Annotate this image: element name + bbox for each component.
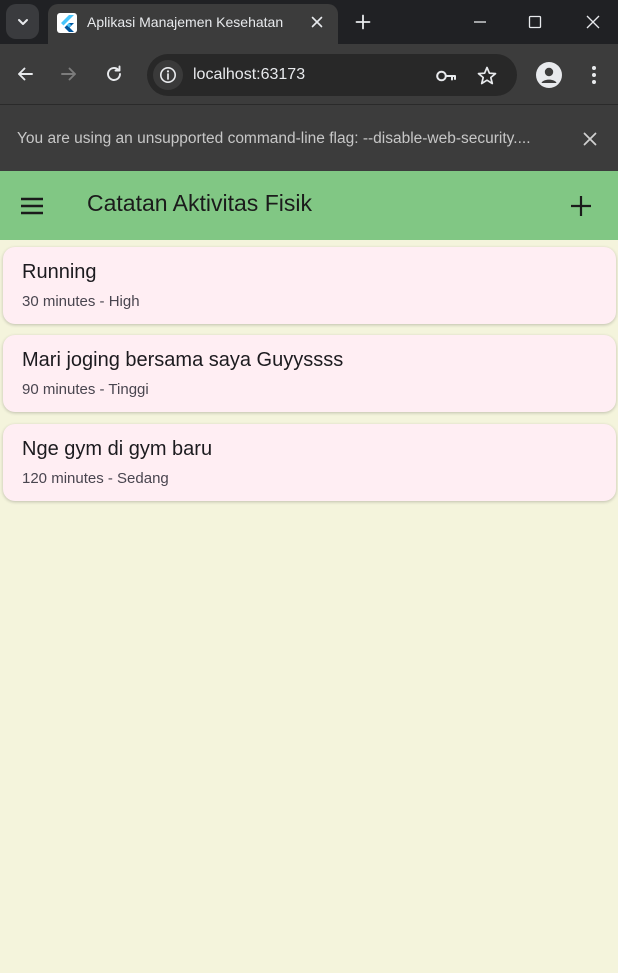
tab-title: Aplikasi Manajemen Kesehatan <box>87 14 284 30</box>
tab-search-button[interactable] <box>6 4 39 39</box>
maximize-button[interactable] <box>521 8 549 36</box>
back-button[interactable] <box>11 60 39 88</box>
profile-button[interactable] <box>536 62 562 88</box>
activity-card[interactable]: Nge gym di gym baru 120 minutes - Sedang <box>3 424 616 501</box>
activity-details: 30 minutes - High <box>22 293 140 310</box>
browser-toolbar: localhost:63173 <box>0 44 618 104</box>
activity-card[interactable]: Mari joging bersama saya Guyyssss 90 min… <box>3 335 616 412</box>
tab-close-button[interactable] <box>306 11 328 33</box>
activity-name: Running <box>22 261 97 283</box>
address-bar[interactable]: localhost:63173 <box>147 54 517 96</box>
url-text: localhost:63173 <box>193 66 306 83</box>
app-bar: Catatan Aktivitas Fisik <box>0 171 618 240</box>
minimize-button[interactable] <box>466 8 494 36</box>
new-tab-button[interactable] <box>350 9 376 35</box>
info-icon <box>160 67 176 83</box>
infobar-close-button[interactable] <box>578 127 602 151</box>
key-icon <box>436 70 456 82</box>
browser-tab[interactable]: Aplikasi Manajemen Kesehatan <box>48 4 338 44</box>
person-icon <box>541 67 557 83</box>
arrow-left-icon <box>18 67 33 81</box>
kebab-menu-icon <box>592 66 596 84</box>
password-key-button[interactable] <box>434 64 458 88</box>
unsupported-flag-infobar: You are using an unsupported command-lin… <box>0 104 618 171</box>
flutter-icon <box>57 13 77 33</box>
page-title: Catatan Aktivitas Fisik <box>87 190 312 216</box>
bookmark-button[interactable] <box>475 64 499 88</box>
minimize-icon <box>474 21 486 23</box>
reload-icon <box>107 65 121 81</box>
close-icon <box>586 15 600 29</box>
activity-details: 90 minutes - Tinggi <box>22 381 149 398</box>
arrow-right-icon <box>61 67 76 81</box>
site-info-button[interactable] <box>153 60 183 90</box>
window-close-button[interactable] <box>579 8 607 36</box>
activity-card[interactable]: Running 30 minutes - High <box>3 247 616 324</box>
activity-name: Nge gym di gym baru <box>22 438 213 460</box>
maximize-icon <box>528 15 542 29</box>
browser-menu-button[interactable] <box>582 61 606 89</box>
browser-tab-strip: Aplikasi Manajemen Kesehatan <box>0 0 618 44</box>
add-activity-button[interactable] <box>562 187 600 225</box>
plus-icon <box>355 14 371 30</box>
reload-button[interactable] <box>100 60 128 88</box>
infobar-message: You are using an unsupported command-lin… <box>17 130 531 147</box>
plus-icon <box>571 196 591 216</box>
hamburger-icon <box>21 197 43 215</box>
activity-name: Mari joging bersama saya Guyyssss <box>22 349 344 371</box>
star-icon <box>477 66 497 85</box>
drawer-menu-button[interactable] <box>14 189 50 223</box>
close-icon <box>583 132 597 146</box>
forward-button[interactable] <box>55 60 83 88</box>
close-icon <box>311 16 323 28</box>
activity-details: 120 minutes - Sedang <box>22 470 169 487</box>
chevron-down-icon <box>17 18 28 25</box>
